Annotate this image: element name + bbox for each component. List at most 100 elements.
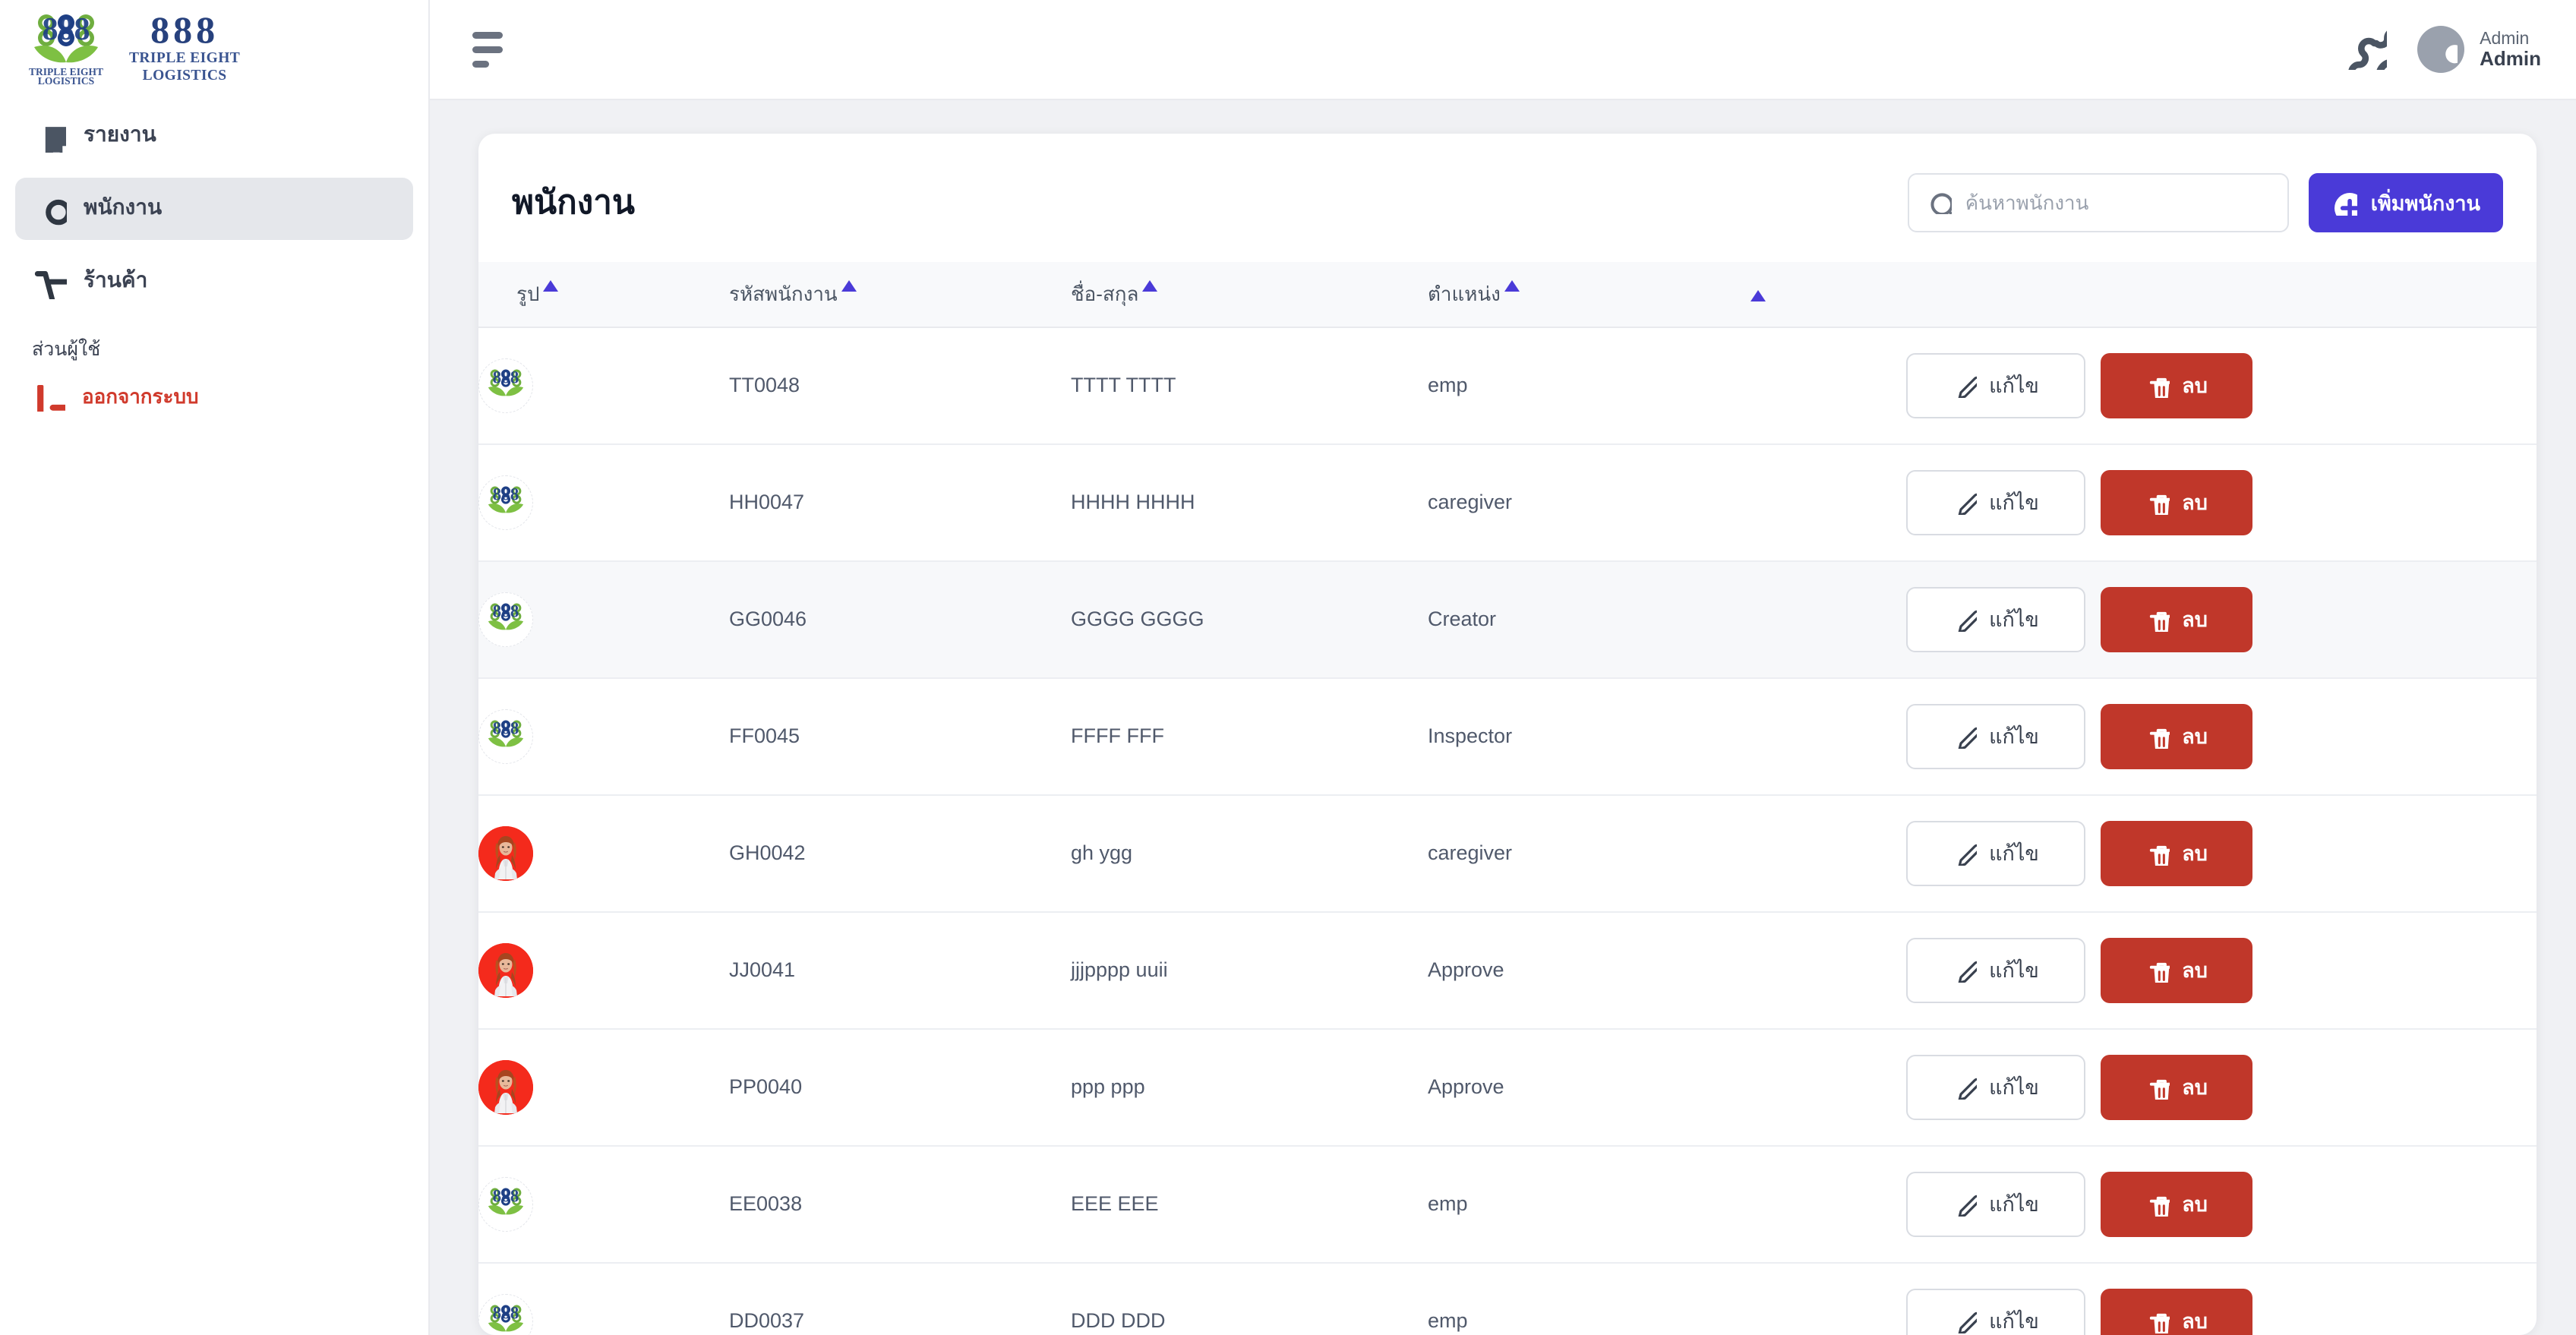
column-header-name[interactable]: ชื่อ-สกุล [1071, 261, 1428, 328]
delete-button[interactable]: ลบ [2101, 1054, 2252, 1120]
sort-ascending-icon[interactable] [543, 279, 559, 292]
delete-button[interactable]: ลบ [2101, 1171, 2252, 1237]
cell-employee-name: jjjpppp uuii [1071, 911, 1428, 1030]
table-row[interactable]: PP0040 ppp ppp Approve แก้ไข ลบ [478, 1028, 2537, 1147]
employee-avatar-logo-icon [478, 709, 533, 764]
sidebar-item-employees[interactable]: พนักงาน [15, 178, 413, 240]
row-action-group: แก้ไข ลบ [1906, 586, 2537, 652]
edit-button[interactable]: แก้ไข [1906, 703, 2085, 769]
pencil-edit-icon [1953, 1192, 1977, 1217]
table-row[interactable]: TT0048 TTTT TTTT emp แก้ไข ลบ [478, 327, 2537, 445]
sort-ascending-icon[interactable] [1750, 289, 1766, 301]
cell-employee-position: emp [1428, 327, 1747, 445]
row-action-group: แก้ไข ลบ [1906, 1288, 2537, 1335]
pencil-edit-icon [1953, 608, 1977, 632]
trash-delete-icon [2145, 958, 2170, 983]
person-avatar-icon [2417, 26, 2465, 73]
cell-employee-code: JJ0041 [729, 911, 1071, 1030]
table-row[interactable]: JJ0041 jjjpppp uuii Approve แก้ไข ลบ [478, 911, 2537, 1030]
employee-avatar-photo-icon [478, 942, 533, 998]
cell-employee-code: GG0046 [729, 560, 1071, 679]
logout-button[interactable]: ออกจากระบบ [0, 365, 428, 412]
cell-actions: แก้ไข ลบ [1906, 794, 2537, 913]
employee-avatar-logo-icon [478, 1176, 533, 1232]
pencil-edit-icon [1953, 374, 1977, 398]
delete-button-label: ลบ [2182, 959, 2208, 983]
search-box[interactable] [1907, 173, 2289, 233]
cell-actions: แก้ไข ลบ [1906, 560, 2537, 679]
add-employee-button[interactable]: เพิ่มพนักงาน [2308, 173, 2503, 233]
edit-button[interactable]: แก้ไข [1906, 586, 2085, 652]
employee-avatar-photo-icon [478, 1059, 533, 1115]
gear-icon[interactable] [2346, 29, 2387, 70]
row-action-group: แก้ไข ลบ [1906, 1171, 2537, 1237]
employee-avatar-logo-icon [478, 475, 533, 530]
sidebar-item-label-reports: รายงาน [84, 122, 156, 146]
edit-button[interactable]: แก้ไข [1906, 820, 2085, 886]
cell-employee-code: PP0040 [729, 1028, 1071, 1147]
edit-button-label: แก้ไข [1989, 1310, 2039, 1333]
delete-button[interactable]: ลบ [2101, 586, 2252, 652]
pencil-edit-icon [1953, 491, 1977, 515]
cell-employee-position: Approve [1428, 1028, 1747, 1147]
delete-button[interactable]: ลบ [2101, 820, 2252, 886]
search-input[interactable] [1963, 190, 2271, 216]
user-role: Admin [2480, 27, 2530, 48]
user-menu[interactable]: Admin Admin [2417, 26, 2541, 73]
edit-button[interactable]: แก้ไข [1906, 469, 2085, 535]
sort-ascending-icon[interactable] [1504, 279, 1520, 292]
table-row[interactable]: GG0046 GGGG GGGG Creator แก้ไข ลบ [478, 560, 2537, 679]
column-header-code[interactable]: รหัสพนักงาน [729, 261, 1071, 328]
top-bar: Admin Admin [430, 0, 2576, 100]
cell-empty [1747, 1028, 1906, 1147]
column-header-extra[interactable] [1747, 261, 1906, 328]
sidebar-item-store[interactable]: ร้านค้า [15, 251, 413, 313]
table-row[interactable]: GH0042 gh ygg caregiver แก้ไข ลบ [478, 794, 2537, 913]
user-identity: Admin Admin [2480, 28, 2541, 71]
card-header-actions: เพิ่มพนักงาน [1907, 173, 2503, 233]
cell-employee-code: HH0047 [729, 443, 1071, 562]
cell-employee-code: TT0048 [729, 327, 1071, 445]
cell-empty [1747, 1145, 1906, 1264]
table-row[interactable]: EE0038 EEE EEE emp แก้ไข ลบ [478, 1145, 2537, 1264]
cell-photo [478, 911, 729, 1030]
delete-button-label: ลบ [2182, 491, 2208, 515]
edit-button[interactable]: แก้ไข [1906, 1288, 2085, 1335]
cell-empty [1747, 794, 1906, 913]
edit-button-label: แก้ไข [1989, 491, 2039, 515]
delete-button[interactable]: ลบ [2101, 1288, 2252, 1335]
edit-button[interactable]: แก้ไข [1906, 1054, 2085, 1120]
cell-employee-position: Approve [1428, 911, 1747, 1030]
brand-header[interactable]: 888 TRIPLE EIGHT LOGISTICS [0, 0, 428, 94]
edit-button[interactable]: แก้ไข [1906, 352, 2085, 418]
pencil-edit-icon [1953, 724, 1977, 749]
column-header-position[interactable]: ตำแหน่ง [1428, 261, 1747, 328]
sidebar: 888 TRIPLE EIGHT LOGISTICS รายงาน พนักงา… [0, 0, 430, 1335]
sort-ascending-icon[interactable] [841, 279, 857, 292]
table-row[interactable]: DD0037 DDD DDD emp แก้ไข ลบ [478, 1262, 2537, 1335]
column-header-photo[interactable]: รูป [478, 261, 729, 328]
brand-wordmark: 888 TRIPLE EIGHT LOGISTICS [129, 11, 240, 84]
delete-button[interactable]: ลบ [2101, 937, 2252, 1003]
edit-button[interactable]: แก้ไข [1906, 1171, 2085, 1237]
sidebar-item-reports[interactable]: รายงาน [15, 105, 413, 167]
cell-employee-name: ppp ppp [1071, 1028, 1428, 1147]
delete-button-label: ลบ [2182, 1193, 2208, 1217]
delete-button[interactable]: ลบ [2101, 703, 2252, 769]
edit-button[interactable]: แก้ไข [1906, 937, 2085, 1003]
edit-button-label: แก้ไข [1989, 725, 2039, 749]
cell-employee-name: TTTT TTTT [1071, 327, 1428, 445]
delete-button-label: ลบ [2182, 725, 2208, 749]
cell-actions: แก้ไข ลบ [1906, 911, 2537, 1030]
column-header-name-label: ชื่อ-สกุล [1071, 282, 1139, 305]
table-row[interactable]: HH0047 HHHH HHHH caregiver แก้ไข ลบ [478, 443, 2537, 562]
table-row[interactable]: FF0045 FFFF FFF Inspector แก้ไข ลบ [478, 677, 2537, 796]
sort-ascending-icon[interactable] [1142, 279, 1158, 292]
delete-button[interactable]: ลบ [2101, 352, 2252, 418]
delete-button-label: ลบ [2182, 608, 2208, 632]
logout-label: ออกจากระบบ [82, 385, 199, 408]
trash-delete-icon [2145, 841, 2170, 866]
delete-button[interactable]: ลบ [2101, 469, 2252, 535]
hamburger-menu-icon[interactable] [472, 31, 515, 68]
app-root: 888 TRIPLE EIGHT LOGISTICS รายงาน พนักงา… [0, 0, 2576, 1335]
